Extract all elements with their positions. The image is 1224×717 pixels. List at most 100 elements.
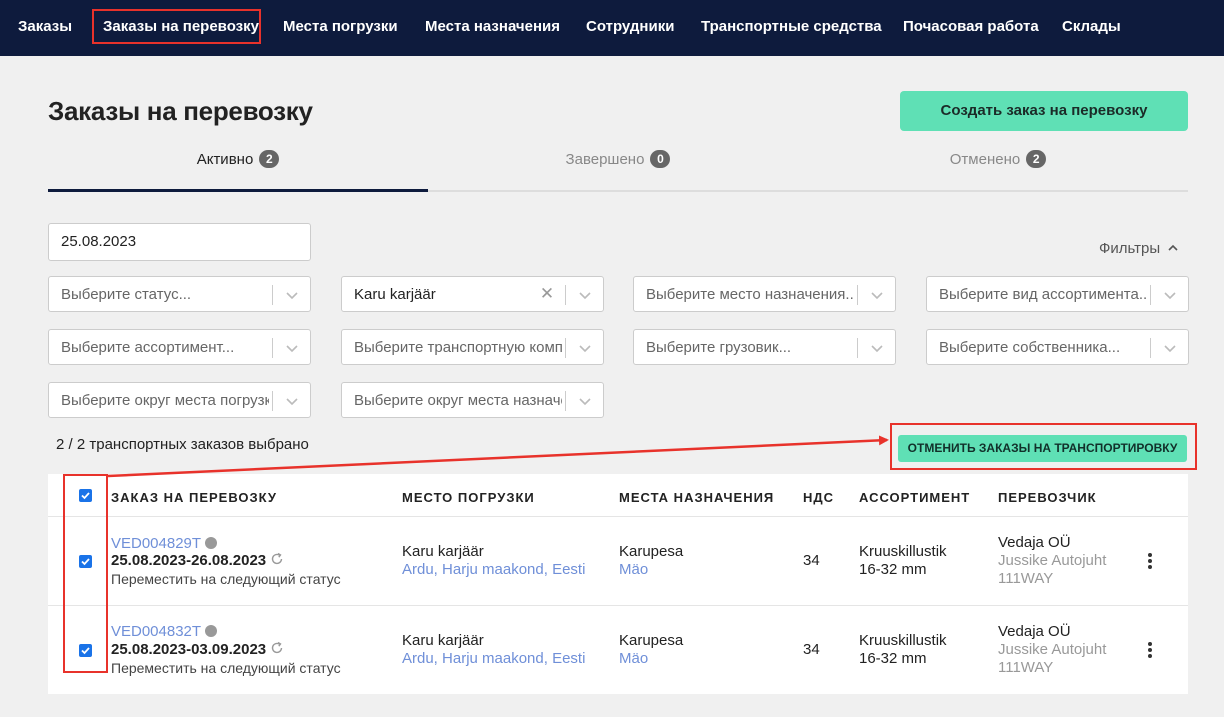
assortment-type-select[interactable]: Выберите вид ассортимента...✕ (926, 276, 1189, 312)
destination-select[interactable]: Выберите место назначения...✕ (633, 276, 896, 312)
order-id-link[interactable]: VED004832T (111, 623, 201, 640)
count-badge: 2 (259, 150, 280, 168)
vehicle-plate: 111WAY (998, 570, 1054, 587)
select-value: Выберите статус... (61, 286, 192, 303)
column-header-loading-place[interactable]: МЕСТО ПОГРУЗКИ (402, 490, 535, 505)
status-select[interactable]: Выберите статус...✕ (48, 276, 311, 312)
tab-label: Активно (196, 150, 254, 168)
nav-item-loading-places[interactable]: Места погрузки (283, 18, 398, 35)
row-divider (48, 516, 1188, 517)
tab-completed[interactable]: Завершено 0 (428, 150, 808, 192)
transport-company-select[interactable]: Выберите транспортную компанию...✕ (341, 329, 604, 365)
select-value: Выберите собственника... (939, 339, 1121, 356)
loading-place: Karu karjäär (402, 543, 484, 560)
assortment-size: 16-32 mm (859, 650, 927, 667)
chevron-down-icon[interactable] (285, 288, 299, 302)
nav-item-vehicles[interactable]: Транспортные средства (701, 18, 882, 35)
status-dot-icon (205, 537, 218, 549)
assortment-name: Kruuskillustik (859, 632, 947, 649)
chevron-down-icon[interactable] (285, 341, 299, 355)
next-status-link[interactable]: Переместить на следующий статус (111, 659, 341, 677)
date-field[interactable]: 25.08.2023 (48, 223, 311, 261)
destination-region-link[interactable]: Mäo (619, 650, 648, 667)
order-id-link[interactable]: VED004829T (111, 535, 201, 552)
chevron-down-icon[interactable] (578, 341, 592, 355)
driver-name: Jussike Autojuht (998, 641, 1107, 658)
loading-district-select[interactable]: Выберите округ места погрузки...✕ (48, 382, 311, 418)
select-value: Выберите грузовик... (646, 339, 792, 356)
tab-label: Отменено (949, 150, 1021, 168)
annotation-highlight-nav (92, 9, 261, 44)
select-value: Выберите вид ассортимента... (939, 286, 1147, 303)
column-header-destination[interactable]: МЕСТА НАЗНАЧЕНИЯ (619, 490, 774, 505)
select-separator (272, 391, 273, 411)
refresh-icon[interactable] (270, 552, 284, 566)
tab-label: Завершено (565, 150, 645, 168)
loading-region-link[interactable]: Ardu, Harju maakond, Eesti (402, 650, 585, 667)
loading-place: Karu karjäär (402, 632, 484, 649)
destination-district-select[interactable]: Выберите округ места назначения...✕ (341, 382, 604, 418)
select-separator (1150, 285, 1151, 305)
select-value: Выберите округ места назначения... (354, 392, 562, 409)
vehicle-plate: 111WAY (998, 659, 1054, 676)
destination-region-link[interactable]: Mäo (619, 561, 648, 578)
loading-region-link[interactable]: Ardu, Harju maakond, Eesti (402, 561, 585, 578)
assortment-select[interactable]: Выберите ассортимент...✕ (48, 329, 311, 365)
row-menu-icon[interactable] (1147, 642, 1153, 658)
chevron-down-icon[interactable] (578, 288, 592, 302)
page-title: Заказы на перевозку (48, 96, 313, 126)
next-status-link[interactable]: Переместить на следующий статус (111, 570, 341, 588)
truck-select[interactable]: Выберите грузовик...✕ (633, 329, 896, 365)
column-header-order[interactable]: ЗАКАЗ НА ПЕРЕВОЗКУ (111, 490, 277, 505)
column-header-carrier[interactable]: ПЕРЕВОЗЧИК (998, 490, 1097, 505)
row-menu-icon[interactable] (1147, 553, 1153, 569)
nav-item-hourly-work[interactable]: Почасовая работа (903, 18, 1039, 35)
chevron-down-icon[interactable] (285, 394, 299, 408)
column-header-assortment[interactable]: АССОРТИМЕНТ (859, 490, 970, 505)
assortment-name: Kruuskillustik (859, 543, 947, 560)
driver-name: Jussike Autojuht (998, 552, 1107, 569)
tab-active[interactable]: Активно 2 (48, 150, 428, 192)
select-separator (565, 391, 566, 411)
order-dates: 25.08.2023-26.08.2023 (111, 552, 267, 569)
refresh-icon[interactable] (270, 641, 284, 655)
owner-select[interactable]: Выберите собственника...✕ (926, 329, 1189, 365)
select-separator (565, 285, 566, 305)
assortment-size: 16-32 mm (859, 561, 927, 578)
filters-toggle[interactable]: Фильтры (1099, 240, 1178, 257)
top-navigation: Заказы Заказы на перевозку Места погрузк… (0, 0, 1224, 56)
chevron-down-icon[interactable] (1163, 288, 1177, 302)
nav-item-employees[interactable]: Сотрудники (586, 18, 674, 35)
loading-place-select[interactable]: Karu karjäär ✕ (341, 276, 604, 312)
nav-item-destinations[interactable]: Места назначения (425, 18, 560, 35)
select-separator (857, 285, 858, 305)
row-divider (48, 605, 1188, 606)
nav-item-warehouses[interactable]: Склады (1062, 18, 1121, 35)
select-value: Karu karjäär (354, 286, 436, 303)
tab-cancelled[interactable]: Отменено 2 (808, 150, 1188, 192)
clear-icon[interactable]: ✕ (539, 285, 555, 303)
nav-item-orders[interactable]: Заказы (18, 18, 72, 35)
select-separator (272, 285, 273, 305)
chevron-down-icon[interactable] (870, 288, 884, 302)
select-separator (1150, 338, 1151, 358)
destination: Karupesa (619, 632, 684, 649)
chevron-up-icon (1168, 244, 1178, 251)
chevron-down-icon[interactable] (578, 394, 592, 408)
tab-active-indicator (48, 189, 428, 192)
column-header-vat[interactable]: НДС (803, 490, 834, 505)
select-value: Выберите ассортимент... (61, 339, 235, 356)
select-value: Выберите округ места погрузки... (61, 392, 269, 409)
order-dates: 25.08.2023-03.09.2023 (111, 641, 267, 658)
count-badge: 2 (1026, 150, 1047, 168)
status-dot-icon (205, 625, 218, 637)
chevron-down-icon[interactable] (870, 341, 884, 355)
destination: Karupesa (619, 543, 684, 560)
chevron-down-icon[interactable] (1163, 341, 1177, 355)
carrier-name: Vedaja OÜ (998, 534, 1071, 551)
create-transport-order-button[interactable]: Создать заказ на перевозку (900, 91, 1188, 131)
count-badge: 0 (650, 150, 671, 168)
annotation-highlight-cancel (890, 423, 1197, 470)
carrier-name: Vedaja OÜ (998, 623, 1071, 640)
select-separator (857, 338, 858, 358)
